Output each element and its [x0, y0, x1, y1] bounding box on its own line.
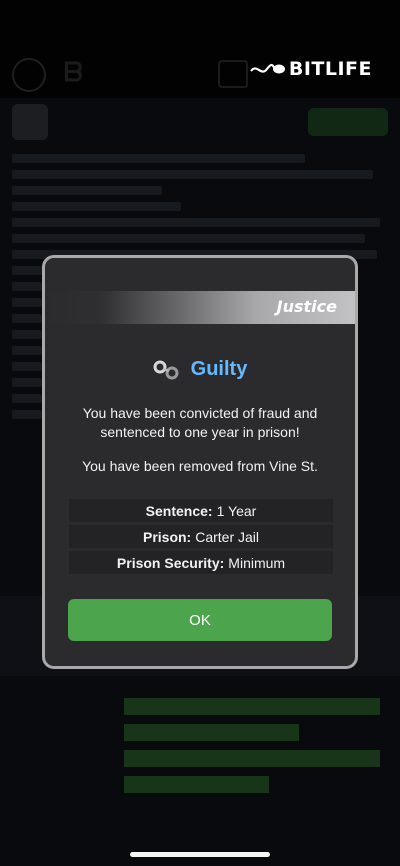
- handcuffs-icon: [153, 360, 179, 379]
- top-bar: ᗷ BITLIFE: [0, 0, 400, 98]
- dialog-category: Justice: [276, 297, 337, 316]
- detail-value: 1 Year: [216, 502, 257, 519]
- home-indicator[interactable]: [130, 852, 270, 857]
- sentence-details: Sentence: 1 Year Prison: Carter Jail Pri…: [69, 499, 333, 577]
- dialog-sub-message: You have been removed from Vine St.: [82, 458, 318, 474]
- detail-row-prison: Prison: Carter Jail: [69, 525, 333, 548]
- justice-dialog: Justice Guilty You have been convicted o…: [42, 255, 358, 669]
- brand-name: BITLIFE: [288, 58, 372, 80]
- dialog-headline-text: Guilty: [190, 358, 248, 380]
- detail-row-sentence: Sentence: 1 Year: [69, 499, 333, 522]
- detail-key: Sentence:: [145, 502, 213, 519]
- sperm-icon: [249, 63, 285, 74]
- dimmed-square-icon: [218, 60, 248, 88]
- menu-icon: [12, 58, 46, 92]
- detail-value: Minimum: [228, 554, 286, 571]
- dialog-headline: Guilty: [45, 358, 355, 381]
- bitlife-logo: BITLIFE: [249, 58, 372, 80]
- ok-button[interactable]: OK: [68, 599, 332, 641]
- dimmed-logo: ᗷ: [64, 58, 83, 88]
- dimmed-top-controls: ᗷ: [12, 58, 83, 92]
- dialog-message: You have been convicted of fraud and sen…: [82, 405, 318, 440]
- dialog-title-bar: Justice: [45, 291, 355, 324]
- detail-key: Prison:: [142, 528, 192, 545]
- detail-key: Prison Security:: [116, 554, 225, 571]
- detail-value: Carter Jail: [195, 528, 260, 545]
- detail-row-prison-security: Prison Security: Minimum: [69, 551, 333, 574]
